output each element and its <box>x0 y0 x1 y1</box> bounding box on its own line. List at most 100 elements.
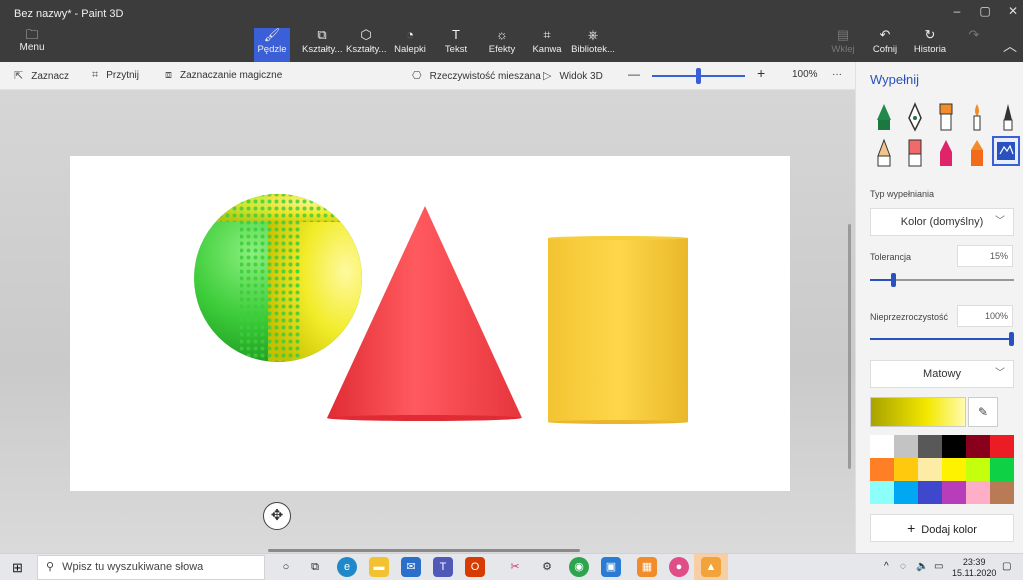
more-options-button[interactable]: ··· <box>832 69 842 80</box>
palette-color-swatch[interactable] <box>966 458 990 481</box>
palette-color-swatch[interactable] <box>990 458 1014 481</box>
tab-3d-shapes[interactable]: ⬡ Kształty... <box>346 28 386 62</box>
pixel-brush-icon[interactable] <box>965 138 989 168</box>
tab-library[interactable]: ⎈ Bibliotek... <box>570 28 616 62</box>
chrome-icon[interactable]: ◉ <box>569 557 589 577</box>
volume-icon[interactable]: 🔈 <box>916 561 928 572</box>
close-button[interactable]: ✕ <box>998 4 1023 18</box>
current-color-swatch[interactable] <box>870 397 966 427</box>
system-clock[interactable]: 23:39 15.11.2020 <box>952 557 996 579</box>
cylinder-shape[interactable] <box>548 236 688 424</box>
oil-brush-icon[interactable] <box>934 102 958 132</box>
cone-shape[interactable] <box>327 206 522 421</box>
watercolor-brush-icon[interactable] <box>965 102 989 132</box>
opacity-label: Nieprzezroczystość <box>870 312 949 322</box>
settings-gear-icon[interactable]: ⚙ <box>537 557 557 577</box>
tolerance-input[interactable]: 15% <box>957 245 1013 267</box>
palette-color-swatch[interactable] <box>894 458 918 481</box>
workspace: ✥ <box>0 90 855 553</box>
crayon-icon[interactable] <box>934 138 958 168</box>
office-icon[interactable]: O <box>465 557 485 577</box>
tab-label: Efekty <box>488 44 516 55</box>
calligraphy-pen-icon[interactable] <box>903 102 927 132</box>
opacity-slider-thumb[interactable] <box>1009 332 1014 346</box>
tool-label: Historia <box>913 44 947 55</box>
windows-start-icon[interactable]: ⊞ <box>12 560 23 576</box>
mixed-reality-button[interactable]: ⎔ Rzeczywistość mieszana <box>412 69 541 82</box>
undo-button[interactable]: ↶ Cofnij <box>870 28 900 62</box>
cortana-icon[interactable]: ○ <box>276 557 296 577</box>
menu-label: Menu <box>19 42 45 53</box>
palette-color-swatch[interactable] <box>918 435 942 458</box>
view-3d-button[interactable]: ▷ Widok 3D <box>543 69 603 82</box>
tolerance-slider-thumb[interactable] <box>891 273 896 287</box>
file-explorer-icon[interactable]: ▬ <box>369 557 389 577</box>
tab-stickers[interactable]: ◔ Nalepki <box>392 28 428 62</box>
tolerance-label: Tolerancja <box>870 252 912 262</box>
menu-button[interactable]: 🗀 Menu <box>12 28 52 54</box>
tab-brushes[interactable]: 🖌 Pędzle <box>254 28 290 62</box>
canvas-icon: ⌗ <box>543 27 551 42</box>
tab-label: Nalepki <box>394 44 426 55</box>
zoom-slider-thumb[interactable] <box>696 68 701 84</box>
zoom-out-button[interactable]: — <box>628 67 640 81</box>
history-button[interactable]: ↻ Historia <box>912 28 948 62</box>
pixel-pen-icon[interactable] <box>996 102 1020 132</box>
redo-button[interactable]: ↷ <box>962 28 986 62</box>
select-button[interactable]: ⇱ Zaznacz <box>14 69 69 82</box>
vertical-scrollbar[interactable] <box>848 224 851 469</box>
magic-select-button[interactable]: ⧈ Zaznaczanie magiczne <box>165 69 282 82</box>
keyboard-icon[interactable]: ▭ <box>934 561 943 572</box>
paint-icon[interactable]: ▦ <box>637 557 657 577</box>
paint3d-icon[interactable]: ▲ <box>701 557 721 577</box>
notifications-icon[interactable]: ▢ <box>1002 561 1011 572</box>
finish-dropdown[interactable]: Matowy ﹀ <box>870 360 1014 388</box>
palette-color-swatch[interactable] <box>894 435 918 458</box>
paint3d-alt-icon[interactable]: ● <box>669 557 689 577</box>
paste-button[interactable]: ▤ Wklej <box>828 28 858 62</box>
opacity-input[interactable]: 100% <box>957 305 1013 327</box>
palette-color-swatch[interactable] <box>966 481 990 504</box>
tab-canvas[interactable]: ⌗ Kanwa <box>532 28 562 62</box>
store-icon[interactable]: ▣ <box>601 557 621 577</box>
palette-color-swatch[interactable] <box>870 481 894 504</box>
marker-brush-icon[interactable] <box>872 102 896 132</box>
eyedropper-button[interactable]: ✎ <box>968 397 998 427</box>
eraser-icon[interactable] <box>903 138 927 168</box>
tab-effects[interactable]: ☼ Efekty <box>486 28 518 62</box>
secondary-toolbar: ⇱ Zaznacz ⌗ Przytnij ⧈ Zaznaczanie magiczne… <box>0 62 855 90</box>
tab-2d-shapes[interactable]: ⧉ Kształty... <box>302 28 342 62</box>
minimize-button[interactable]: – <box>942 4 972 18</box>
palette-color-swatch[interactable] <box>942 458 966 481</box>
horizontal-scrollbar[interactable] <box>268 549 580 552</box>
tab-text[interactable]: T Tekst <box>442 28 470 62</box>
fill-bucket-tool[interactable] <box>992 136 1020 166</box>
add-color-button[interactable]: + Dodaj kolor <box>870 514 1014 542</box>
task-view-icon[interactable]: ⧉ <box>305 557 325 577</box>
snip-icon[interactable]: ✂ <box>505 557 525 577</box>
teams-icon[interactable]: T <box>433 557 453 577</box>
canvas[interactable] <box>70 156 790 491</box>
mail-icon[interactable]: ✉ <box>401 557 421 577</box>
palette-color-swatch[interactable] <box>870 458 894 481</box>
network-icon[interactable]: ◌ <box>900 561 906 572</box>
chevron-up-icon[interactable]: ︿ <box>1003 36 1017 56</box>
fill-type-dropdown[interactable]: Kolor (domyślny) ﹀ <box>870 208 1014 236</box>
zoom-in-button[interactable]: + <box>757 65 765 81</box>
palette-color-swatch[interactable] <box>990 481 1014 504</box>
pencil-icon[interactable] <box>872 138 896 168</box>
palette-color-swatch[interactable] <box>894 481 918 504</box>
edge-icon[interactable]: e <box>337 557 357 577</box>
maximize-button[interactable]: ▢ <box>970 4 1000 18</box>
crop-button[interactable]: ⌗ Przytnij <box>92 69 139 82</box>
palette-color-swatch[interactable] <box>942 435 966 458</box>
palette-color-swatch[interactable] <box>870 435 894 458</box>
palette-color-swatch[interactable] <box>966 435 990 458</box>
palette-color-swatch[interactable] <box>990 435 1014 458</box>
rotate-handle-icon[interactable]: ✥ <box>263 502 291 530</box>
taskbar-search[interactable]: ⚲ Wpisz tu wyszukiwane słowa <box>37 555 265 580</box>
tray-chevron-up-icon[interactable]: ^ <box>884 561 889 572</box>
palette-color-swatch[interactable] <box>918 458 942 481</box>
palette-color-swatch[interactable] <box>942 481 966 504</box>
palette-color-swatch[interactable] <box>918 481 942 504</box>
